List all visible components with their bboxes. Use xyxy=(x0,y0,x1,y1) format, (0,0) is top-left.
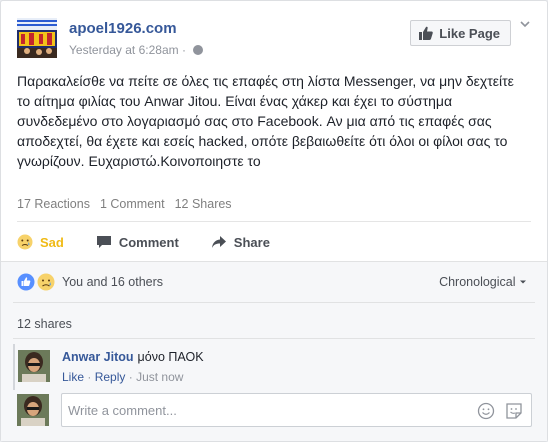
comment-button[interactable]: Comment xyxy=(96,234,179,250)
share-label: Share xyxy=(233,234,270,250)
sticker-icon[interactable] xyxy=(505,402,523,420)
feedback-section: You and 16 others Chronological 12 share… xyxy=(1,261,547,441)
like-reaction-icon xyxy=(17,273,35,291)
meta-separator: · xyxy=(181,43,186,57)
sad-face-icon xyxy=(17,234,33,250)
my-avatar xyxy=(17,394,49,426)
shares-count[interactable]: 12 Shares xyxy=(175,197,232,211)
comment-order-dropdown[interactable]: Chronological xyxy=(439,275,527,289)
comment-like-link[interactable]: Like xyxy=(62,370,84,384)
post-text: Παρακαλείσθε να πείτε σε όλες τις επαφές… xyxy=(17,73,514,169)
caret-down-icon xyxy=(520,280,526,284)
globe-icon xyxy=(193,45,204,55)
page-avatar-image xyxy=(17,18,57,58)
meta-separator: · xyxy=(128,370,133,384)
comment-reply-link[interactable]: Reply xyxy=(95,370,126,384)
comment-input[interactable] xyxy=(61,393,532,427)
meta-separator: · xyxy=(87,370,92,384)
post-header: apoel1926.com Yesterday at 6:28am · Like… xyxy=(17,16,531,60)
post-meta: Yesterday at 6:28am · xyxy=(69,43,204,57)
commenter-avatar-image xyxy=(18,350,50,382)
sad-reaction-icon xyxy=(37,273,55,291)
divider xyxy=(13,302,535,303)
thumbs-up-icon xyxy=(419,26,434,40)
reactions-count[interactable]: 17 Reactions xyxy=(17,197,90,211)
comments-count[interactable]: 1 Comment xyxy=(100,197,165,211)
emoji-icon[interactable] xyxy=(477,402,495,420)
like-page-label: Like Page xyxy=(439,25,500,41)
sad-label: Sad xyxy=(40,234,64,250)
post-card: apoel1926.com Yesterday at 6:28am · Like… xyxy=(0,0,548,442)
post-stats: 17 Reactions 1 Comment 12 Shares xyxy=(17,197,232,211)
share-arrow-icon xyxy=(211,236,226,248)
like-page-button[interactable]: Like Page xyxy=(410,20,511,46)
comment-item: Anwar Jitou μόνο ΠΑΟΚ Like · Reply · Just… xyxy=(13,344,535,390)
sad-reaction-button[interactable]: Sad xyxy=(17,234,64,250)
comment-label: Comment xyxy=(118,234,179,250)
my-avatar-image xyxy=(17,394,49,426)
divider xyxy=(17,221,531,222)
comment-author-link[interactable]: Anwar Jitou xyxy=(62,350,134,364)
comment-icon xyxy=(96,236,111,248)
divider xyxy=(13,338,535,339)
shares-link[interactable]: 12 shares xyxy=(17,317,72,331)
comment-body: Anwar Jitou μόνο ΠΑΟΚ xyxy=(62,350,204,364)
comment-composer xyxy=(17,392,535,428)
reactions-summary[interactable]: You and 16 others xyxy=(17,272,163,292)
share-button[interactable]: Share xyxy=(211,234,270,250)
comment-text: μόνο ΠΑΟΚ xyxy=(137,350,204,364)
page-name-link[interactable]: apoel1926.com xyxy=(69,20,177,37)
post-timestamp[interactable]: Yesterday at 6:28am xyxy=(69,43,179,57)
chevron-down-icon[interactable] xyxy=(519,18,531,30)
page-avatar[interactable] xyxy=(17,18,57,58)
post-actions: Sad Comment Share xyxy=(17,229,270,255)
comment-meta: Like · Reply · Just now xyxy=(62,370,183,384)
comment-order-label: Chronological xyxy=(439,275,516,289)
reactions-summary-text: You and 16 others xyxy=(62,275,164,289)
comment-time[interactable]: Just now xyxy=(136,370,183,384)
commenter-avatar[interactable] xyxy=(18,350,50,382)
